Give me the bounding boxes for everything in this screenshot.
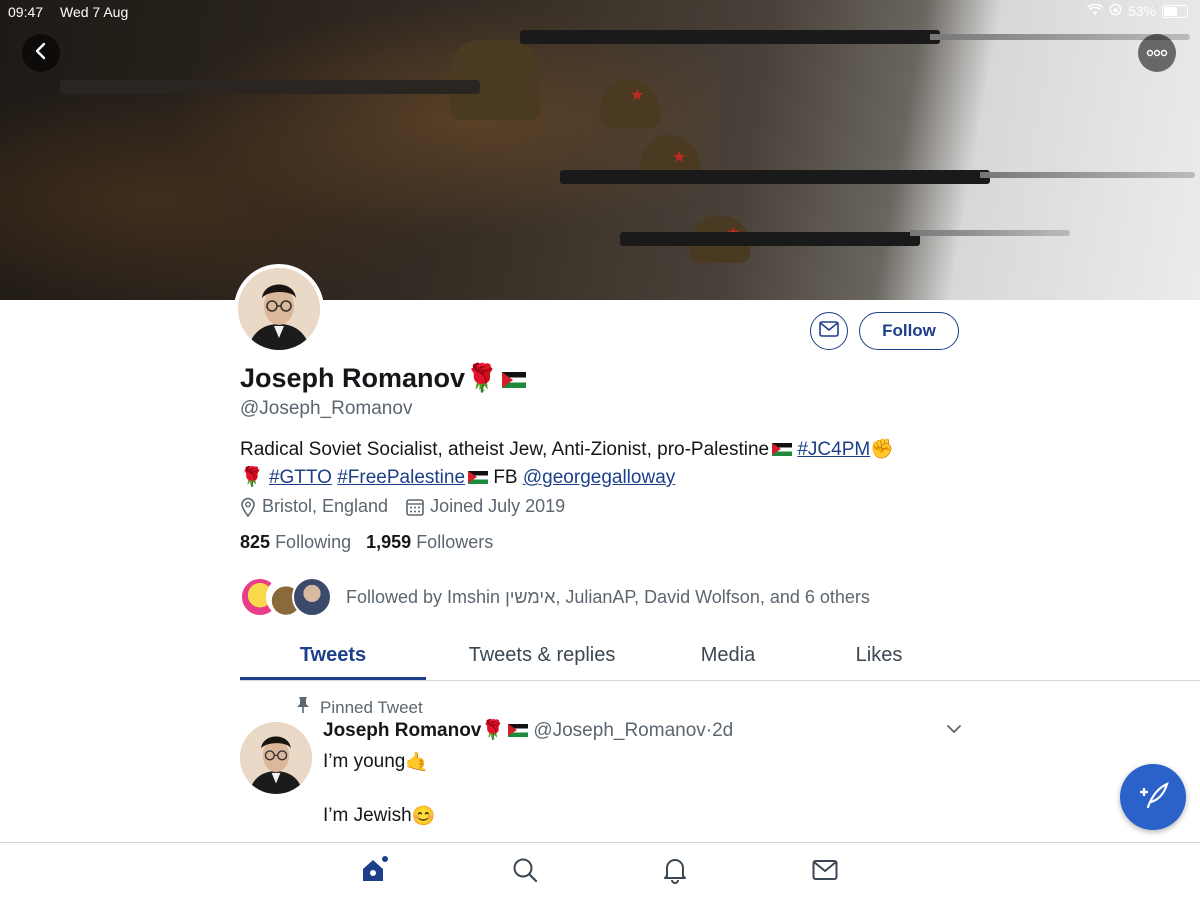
rose-emoji: 🌹	[240, 467, 264, 488]
rose-emoji: 🌹	[465, 363, 499, 393]
battery-level	[1164, 6, 1177, 16]
search-icon	[512, 857, 538, 888]
tweet-time[interactable]: 2d	[712, 720, 733, 741]
status-right: 53%	[1087, 3, 1188, 19]
more-button[interactable]	[1138, 34, 1176, 72]
tweet-line1-text: I’m young	[323, 751, 406, 773]
follow-counts: 825 Following 1,959 Followers	[240, 532, 493, 553]
followers-label: Followers	[416, 532, 494, 552]
palestine-flag-icon	[501, 371, 526, 388]
hand-emoji: 🤙	[405, 752, 430, 773]
banner-rifle	[620, 232, 920, 246]
palestine-flag-icon	[508, 724, 529, 738]
followed-by[interactable]: Followed by Imshin אימשין, JulianAP, Dav…	[240, 575, 870, 619]
profile-meta: Bristol, England Joined July 2019	[240, 496, 565, 517]
banner-star: ★	[630, 87, 645, 104]
profile-location: Bristol, England	[262, 496, 389, 516]
wifi-icon	[1087, 3, 1103, 19]
follower-avatar	[292, 577, 332, 617]
bio-text: Radical Soviet Socialist, atheist Jew, A…	[240, 439, 770, 460]
pinned-tweet-text: Pinned Tweet	[320, 697, 423, 717]
battery-percent: 53%	[1127, 3, 1156, 19]
profile-joined: Joined July 2019	[430, 496, 566, 516]
nav-messages[interactable]	[810, 857, 840, 887]
banner-bayonet	[910, 230, 1070, 236]
followed-by-text: Followed by Imshin אימשין, JulianAP, Dav…	[346, 586, 870, 607]
calendar-icon	[406, 498, 424, 516]
compose-button[interactable]	[1120, 764, 1186, 830]
tweet-text-line1: I’m young🤙	[323, 750, 429, 774]
bio-fb-text: FB	[493, 467, 518, 488]
orientation-lock-icon	[1109, 3, 1122, 19]
tab-likes[interactable]: Likes	[798, 636, 960, 680]
banner-rifle	[520, 30, 940, 44]
palestine-flag-icon	[772, 443, 793, 457]
banner-star: ★	[672, 149, 687, 166]
nav-notifications[interactable]	[660, 857, 690, 887]
back-button[interactable]	[22, 34, 60, 72]
home-icon	[360, 855, 390, 890]
tweet-author-avatar[interactable]	[240, 722, 312, 794]
raised-fist-emoji: ✊	[870, 439, 894, 460]
followers-count: 1,959	[366, 532, 412, 552]
chevron-left-icon	[34, 42, 48, 65]
bottom-tab-bar	[0, 842, 1200, 900]
mention-georgegalloway[interactable]: @georgegalloway	[523, 467, 675, 488]
status-time: 09:47	[8, 4, 44, 20]
tweet-menu-button[interactable]	[946, 722, 962, 740]
hashtag-jc4pm[interactable]: #JC4PM	[797, 439, 870, 460]
tweet-author-name[interactable]: Joseph Romanov	[323, 720, 481, 741]
profile-handle: @Joseph_Romanov	[240, 398, 413, 419]
nav-home[interactable]	[360, 855, 390, 890]
pin-icon	[296, 696, 310, 719]
profile-tabs: Tweets Tweets & replies Media Likes	[240, 636, 960, 680]
tweet-author-handle[interactable]: @Joseph_Romanov	[533, 720, 705, 741]
hashtag-gtto[interactable]: #GTTO	[269, 467, 332, 488]
chevron-down-icon	[946, 722, 962, 739]
message-button[interactable]	[810, 312, 848, 350]
following-link[interactable]: 825 Following	[240, 532, 351, 552]
following-label: Following	[275, 532, 352, 552]
banner-shade	[0, 0, 720, 300]
envelope-icon	[819, 320, 839, 342]
status-bar: 09:47 Wed 7 Aug 53%	[0, 0, 1200, 24]
display-name: Joseph Romanov🌹	[240, 362, 526, 394]
smile-emoji: 😊	[411, 806, 436, 827]
banner-bayonet	[980, 172, 1195, 178]
tweet-line2-text: I’m Jewish	[323, 805, 412, 827]
battery-icon	[1162, 4, 1188, 18]
rose-emoji: 🌹	[481, 720, 506, 741]
following-count: 825	[240, 532, 271, 552]
tweet-header: Joseph Romanov🌹 @Joseph_Romanov·2d	[323, 718, 733, 742]
bell-icon	[662, 856, 688, 889]
tab-tweets[interactable]: Tweets	[240, 636, 426, 680]
profile-banner: ★ ★ ★	[0, 0, 1200, 300]
profile-avatar[interactable]	[234, 264, 324, 354]
compose-icon	[1136, 780, 1170, 815]
hashtag-freepalestine[interactable]: #FreePalestine	[337, 467, 465, 488]
mail-icon	[812, 859, 838, 886]
tab-tweets-replies[interactable]: Tweets & replies	[426, 636, 658, 680]
profile-bio: Radical Soviet Socialist, atheist Jew, A…	[240, 436, 960, 492]
status-date: Wed 7 Aug	[60, 4, 129, 20]
palestine-flag-icon	[468, 471, 489, 485]
pinned-tweet-label: Pinned Tweet	[296, 696, 423, 719]
nav-search[interactable]	[510, 857, 540, 887]
banner-rifle	[60, 80, 480, 94]
followers-link[interactable]: 1,959 Followers	[366, 532, 493, 552]
banner-rifle	[560, 170, 990, 184]
location-pin-icon	[240, 497, 256, 517]
more-icon	[1146, 44, 1168, 62]
tweet-text-line2: I’m Jewish😊	[323, 804, 435, 828]
follow-button[interactable]: Follow	[859, 312, 959, 350]
display-name-text: Joseph Romanov	[240, 363, 466, 393]
tabs-divider	[240, 680, 1200, 681]
tab-media[interactable]: Media	[658, 636, 798, 680]
